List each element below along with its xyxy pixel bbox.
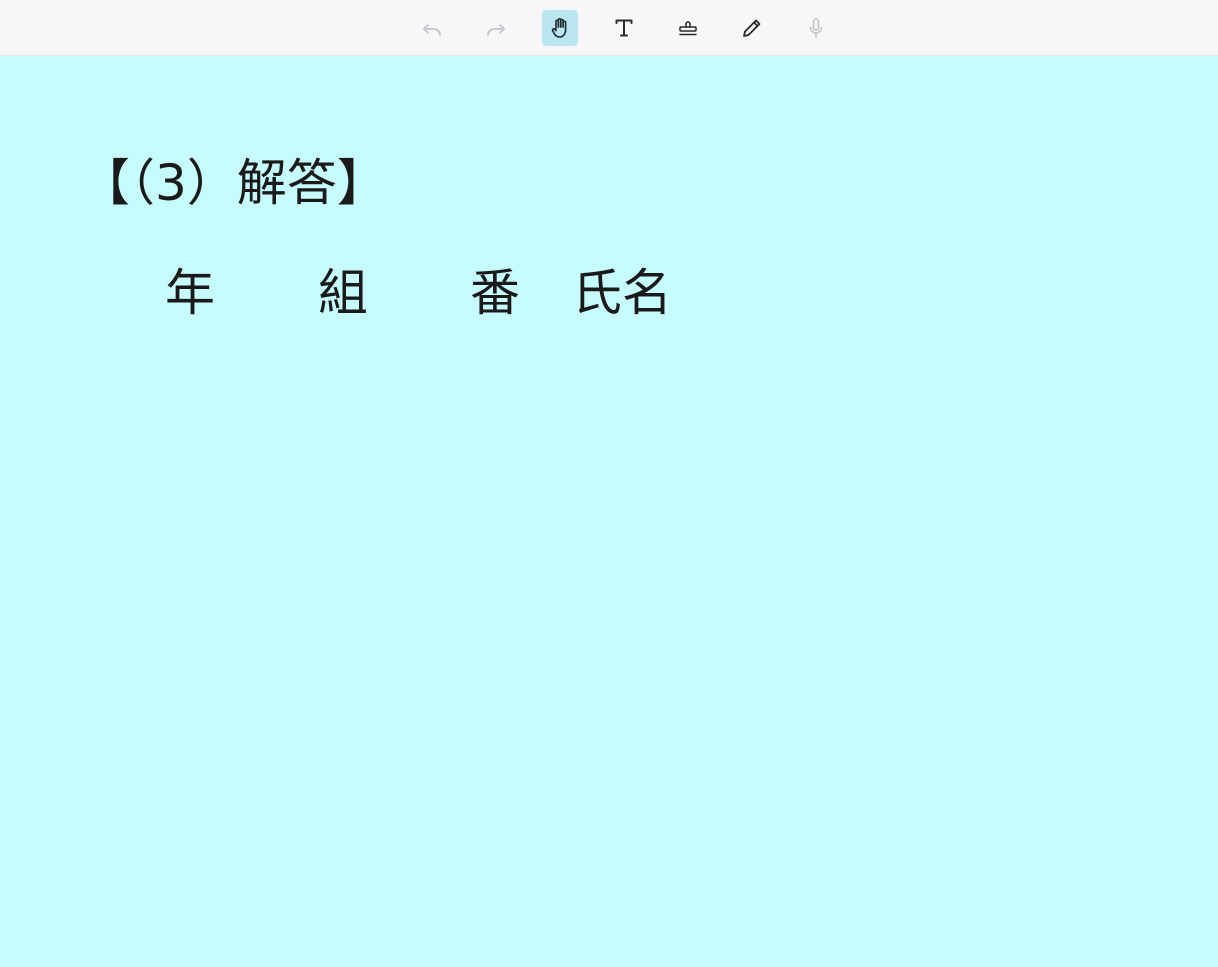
hand-tool-button[interactable] <box>542 10 578 46</box>
undo-icon <box>423 24 441 36</box>
number-label: 番 <box>470 264 520 322</box>
redo-button[interactable] <box>478 10 514 46</box>
undo-button[interactable] <box>414 10 450 46</box>
microphone-icon <box>809 18 823 38</box>
page-title: 【（3）解答】 <box>80 154 387 212</box>
text-tool-button[interactable] <box>606 10 642 46</box>
hand-icon <box>551 18 567 38</box>
stamp-tool-button[interactable] <box>670 10 706 46</box>
redo-icon <box>487 24 505 36</box>
pen-tool-button[interactable] <box>734 10 770 46</box>
stamp-icon <box>679 21 697 36</box>
pencil-icon <box>743 19 761 37</box>
class-label: 組 <box>318 264 368 322</box>
text-icon <box>615 19 633 37</box>
year-label: 年 <box>165 264 215 322</box>
worksheet-canvas[interactable]: 【（3）解答】 年 組 番 氏名 <box>0 56 1218 967</box>
toolbar <box>0 0 1218 56</box>
microphone-button[interactable] <box>798 10 834 46</box>
name-label: 氏名 <box>572 264 672 322</box>
